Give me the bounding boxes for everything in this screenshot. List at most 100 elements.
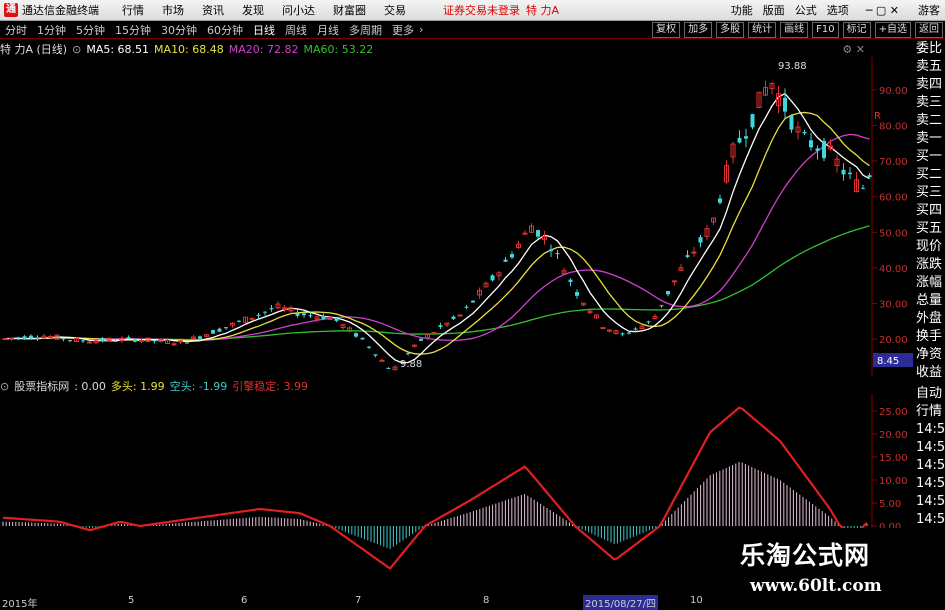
tab-weekly[interactable]: 周线	[285, 22, 307, 38]
x-label-6: 6	[241, 595, 248, 606]
mark-button[interactable]: 标记	[842, 21, 871, 38]
indicator-y-tick-label: 5.00	[879, 499, 901, 510]
quote-sidebar-item: 涨幅	[916, 275, 943, 290]
account-label[interactable]: 游客	[918, 2, 940, 18]
menu-ask-xiaoda[interactable]: 问小达	[282, 2, 315, 18]
tab-more[interactable]: 更多	[392, 22, 414, 38]
tick-sidebar-item: 14:56	[916, 440, 945, 455]
tab-1min[interactable]: 1分钟	[37, 22, 66, 38]
ma10-line	[4, 111, 870, 355]
ma10-label: MA10: 68.48	[154, 42, 224, 56]
chart-close-icon[interactable]: ⚙ ✕	[842, 43, 865, 56]
menu-wealth-circle[interactable]: 财富圈	[333, 2, 366, 18]
candle-body	[789, 115, 794, 130]
stock-period-label: 特 力A (日线)	[0, 43, 68, 56]
high-price-label: 93.88	[778, 61, 807, 72]
back-button[interactable]: 返回	[915, 21, 943, 38]
login-alert[interactable]: 证券交易未登录	[443, 2, 520, 18]
bull-label: 多头: 1.99	[110, 380, 165, 393]
candle-body	[48, 336, 53, 339]
candle-body	[809, 140, 813, 148]
f10-button[interactable]: F10	[812, 21, 839, 38]
tab-daily[interactable]: 日线	[253, 22, 275, 38]
quote-sidebar-item: 卖三	[916, 95, 943, 110]
tab-5min[interactable]: 5分钟	[76, 22, 105, 38]
candle-body	[457, 314, 463, 317]
candle-body	[672, 280, 677, 283]
menu-options[interactable]: 选项	[827, 2, 849, 18]
candle-body	[510, 254, 514, 258]
indicator-settings-icon[interactable]: ⊙	[0, 380, 9, 393]
candle-body	[113, 340, 118, 342]
candle-body	[750, 114, 755, 128]
candle-body	[87, 341, 92, 344]
tab-30min[interactable]: 30分钟	[161, 22, 197, 38]
add-watchlist-button[interactable]: +自选	[874, 21, 911, 38]
candle-body	[555, 253, 560, 255]
menu-functions[interactable]: 功能	[731, 2, 753, 18]
candle-body	[367, 346, 371, 348]
tick-sidebar-item: 14:56	[916, 476, 945, 491]
title-bar: 通 通达信金融终端 行情 市场 资讯 发现 问小达 财富圈 交易 证券交易未登录…	[0, 0, 945, 21]
tick-sidebar-item: 14:56	[916, 494, 945, 509]
candle-body	[237, 320, 241, 322]
candle-body	[217, 328, 222, 332]
multi-stock-button[interactable]: 多股	[716, 21, 745, 38]
candle-body	[302, 313, 306, 316]
ma5-label: MA5: 68.51	[86, 42, 150, 56]
menu-formula[interactable]: 公式	[795, 2, 817, 18]
candle-body	[9, 337, 14, 340]
engine-label: 引擎稳定: 3.99	[232, 380, 308, 393]
candle-body	[666, 291, 670, 295]
candlestick-chart[interactable]: 90.00 80.00 70.00 60.00 50.00 40.00 30.00 20.00…	[0, 57, 916, 377]
menu-discover[interactable]: 发现	[242, 2, 264, 18]
x-label-7: 7	[355, 595, 362, 606]
menu-layout[interactable]: 版面	[763, 2, 785, 18]
y-tick-label: 20.00	[879, 335, 908, 346]
menu-news[interactable]: 资讯	[202, 2, 224, 18]
quote-sidebar-item: 净资	[916, 347, 943, 362]
stats-button[interactable]: 统计	[748, 21, 777, 38]
tab-timeshare[interactable]: 分时	[5, 22, 27, 38]
candle-body	[867, 175, 872, 178]
ma60-line	[4, 225, 870, 341]
window-controls[interactable]: ─ ▢ ✕	[866, 4, 899, 17]
tab-60min[interactable]: 60分钟	[207, 22, 243, 38]
candle-body	[61, 338, 66, 340]
menu-trade[interactable]: 交易	[384, 2, 406, 18]
candle-body	[503, 259, 508, 262]
y-tick-label: 60.00	[879, 193, 908, 204]
tick-sidebar: 自动行情14:5614:5614:5614:5614:5614:5614:56	[916, 385, 945, 547]
candle-body	[568, 279, 573, 283]
chevron-right-icon[interactable]: ›	[419, 23, 423, 36]
cursor-date-box: 2015/08/27/四	[583, 595, 659, 610]
candle-body	[185, 342, 189, 344]
candle-body	[861, 187, 865, 189]
tab-monthly[interactable]: 月线	[317, 22, 339, 38]
candle-body	[737, 138, 742, 143]
tick-sidebar-item: 14:56	[916, 512, 945, 527]
tab-15min[interactable]: 15分钟	[115, 22, 151, 38]
add-more-button[interactable]: 加多	[684, 21, 713, 38]
quote-sidebar-item: 涨跌	[916, 257, 943, 272]
candle-body	[171, 343, 177, 346]
candle-body	[360, 337, 365, 340]
candle-body	[822, 140, 826, 159]
menu-market-quotes[interactable]: 行情	[122, 2, 144, 18]
menu-markets[interactable]: 市场	[162, 2, 184, 18]
ma20-label: MA20: 72.82	[228, 42, 299, 56]
settings-icon[interactable]: ⊙	[72, 43, 81, 56]
date-axis: 2015年 5 6 7 8 2015/08/27/四 10	[0, 595, 720, 610]
candle-body	[490, 275, 495, 281]
tab-multi-period[interactable]: 多周期	[349, 22, 382, 38]
candle-body	[16, 337, 20, 339]
candle-body	[2, 338, 8, 341]
quote-sidebar-item: 现价	[916, 239, 943, 254]
candle-body	[211, 330, 215, 334]
quote-sidebar-item: 外盘	[916, 311, 943, 326]
candle-body	[575, 292, 579, 296]
adjust-button[interactable]: 复权	[652, 21, 681, 38]
candle-body	[698, 237, 703, 243]
candle-body	[354, 333, 358, 337]
draw-line-button[interactable]: 画线	[780, 21, 809, 38]
